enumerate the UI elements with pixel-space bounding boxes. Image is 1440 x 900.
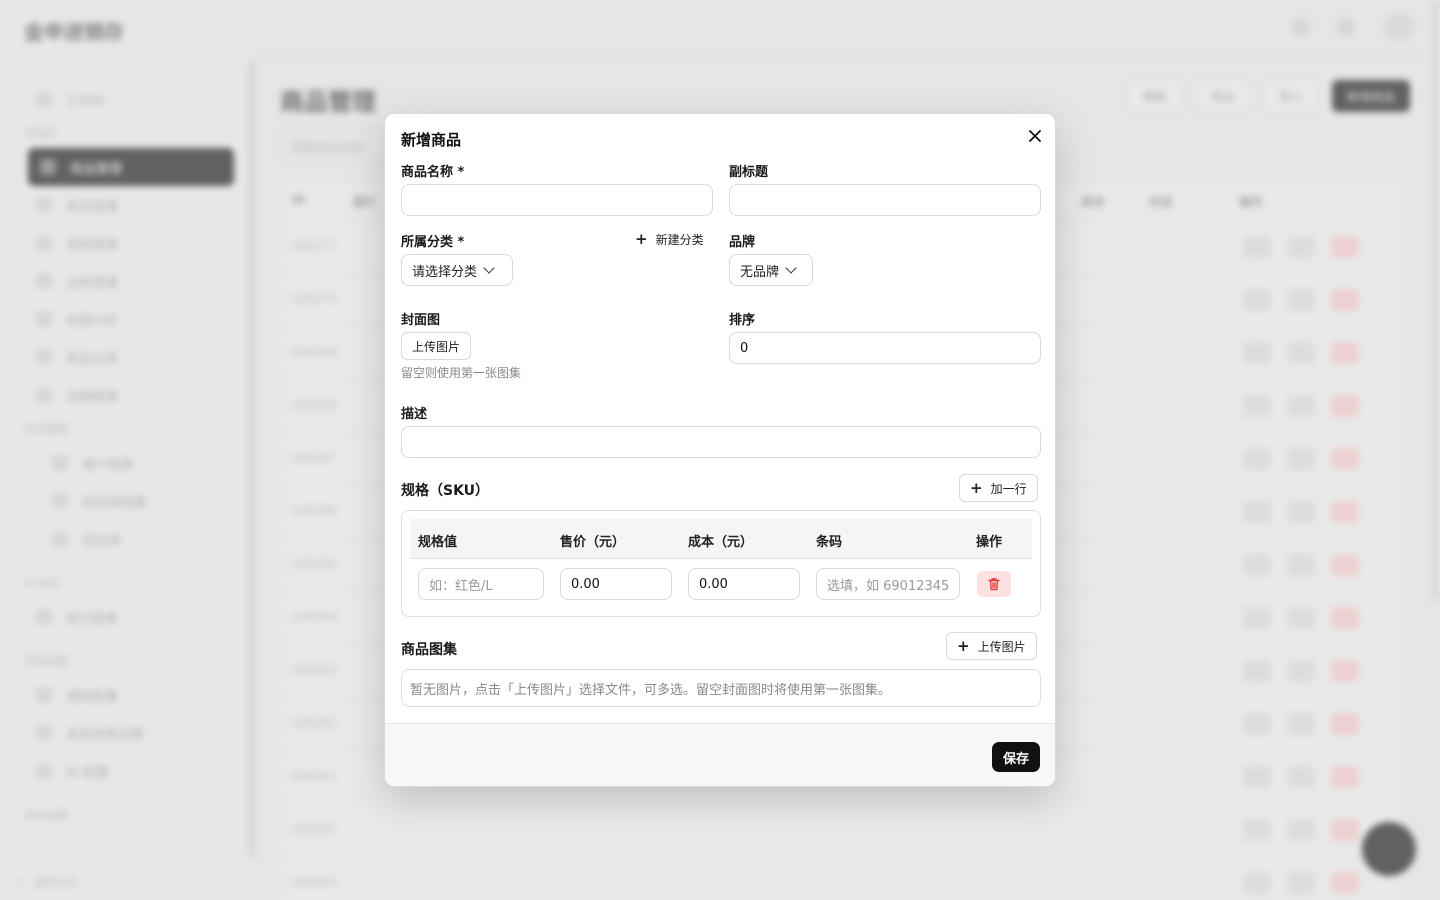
sku-title: 规格（SKU） (401, 483, 490, 499)
new-category-button[interactable]: + 新建分类 (635, 231, 704, 248)
description-label: 描述 (401, 407, 428, 422)
brand-select[interactable]: 无品牌 (729, 254, 813, 286)
category-label: 所属分类 * (401, 235, 465, 250)
dialog-title: 新增商品 (401, 131, 462, 149)
product-name-label: 商品名称 * (401, 165, 465, 180)
cover-hint: 留空则使用第一张图集 (401, 366, 522, 380)
description-input[interactable] (401, 426, 1041, 458)
category-select[interactable]: 请选择分类 (401, 254, 513, 286)
sort-label: 排序 (729, 313, 756, 328)
delete-row-button[interactable] (977, 571, 1011, 597)
sku-table: 规格值 售价（元） 成本（元） 条码 操作 如：红色/L 0.00 0.00 选… (401, 510, 1041, 617)
barcode-input[interactable]: 选填，如 69012345 (816, 568, 960, 600)
upload-gallery-button[interactable]: + 上传图片 (946, 632, 1037, 660)
trash-icon (988, 578, 1000, 591)
cost-input[interactable]: 0.00 (688, 568, 800, 600)
cover-label: 封面图 (401, 313, 441, 328)
plus-icon: + (635, 230, 648, 248)
save-button[interactable]: 保存 (992, 742, 1040, 772)
product-name-input[interactable] (401, 184, 713, 216)
upload-cover-button[interactable]: 上传图片 (401, 332, 472, 360)
plus-icon: + (957, 636, 970, 655)
gallery-title: 商品图集 (401, 642, 457, 658)
brand-label: 品牌 (729, 235, 756, 250)
chevron-down-icon (483, 262, 495, 274)
plus-icon: + (970, 478, 983, 497)
add-row-button[interactable]: + 加一行 (959, 474, 1038, 502)
chevron-down-icon (785, 262, 797, 274)
spec-value-input[interactable]: 如：红色/L (418, 568, 544, 600)
gallery-empty-state: 暂无图片，点击「上传图片」选择文件，可多选。留空封面图时将使用第一张图集。 (401, 669, 1041, 707)
add-product-dialog: 新增商品 商品名称 * 副标题 所属分类 * + 新建分类 请选择分类 品牌 无品… (384, 113, 1056, 787)
subtitle-label: 副标题 (729, 165, 769, 180)
subtitle-input[interactable] (729, 184, 1041, 216)
sku-table-header: 规格值 售价（元） 成本（元） 条码 操作 (410, 519, 1032, 559)
close-button[interactable] (1025, 126, 1045, 146)
close-icon (1029, 130, 1041, 142)
price-input[interactable]: 0.00 (560, 568, 672, 600)
dialog-footer: 保存 (385, 723, 1055, 786)
sort-input[interactable]: 0 (729, 332, 1041, 364)
